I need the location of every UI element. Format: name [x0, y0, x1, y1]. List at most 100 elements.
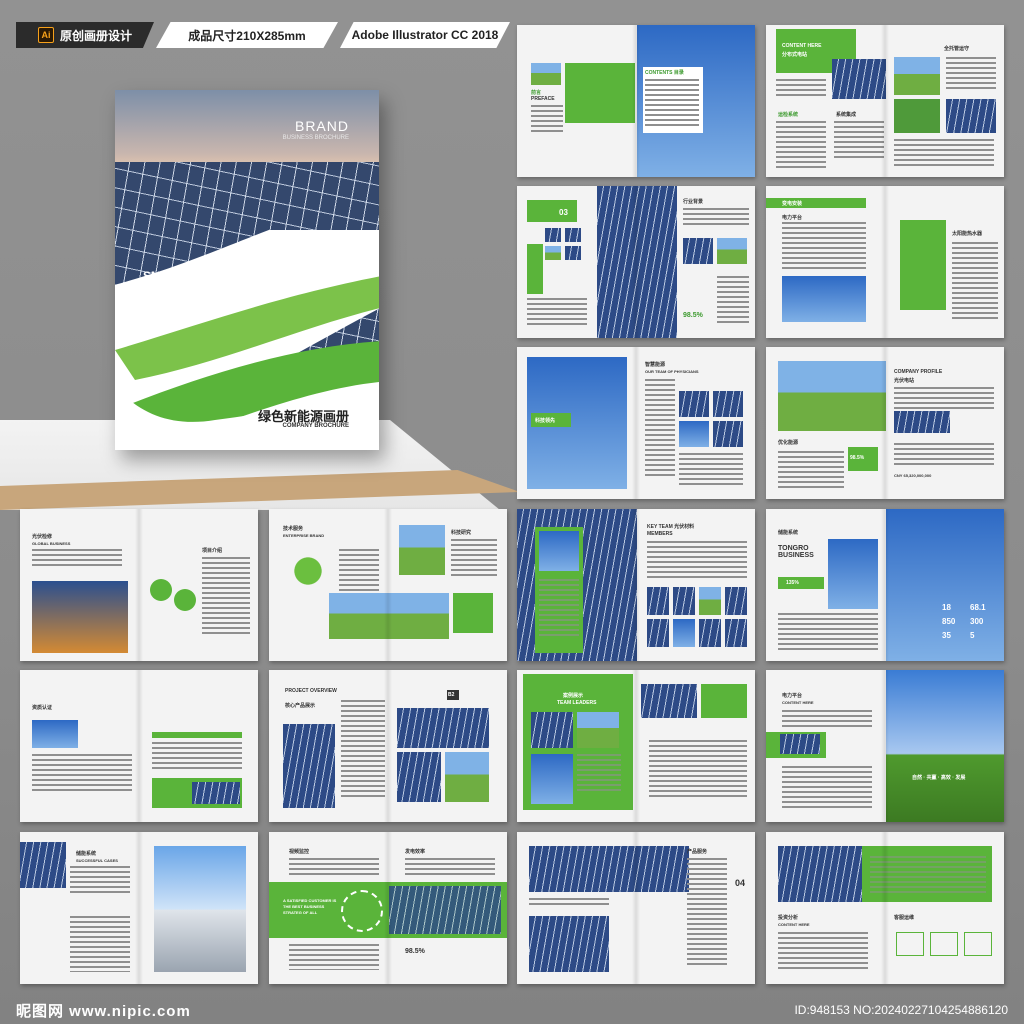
industry-green-bar — [527, 244, 543, 294]
storage-cases-text — [70, 866, 130, 896]
cert-photo — [32, 720, 78, 748]
spread-video-monitor: 视频监控 发电效率 A SATISFIED CUSTOMER IS THE BE… — [269, 832, 507, 984]
cover-brand-sub: BUSINESS BROCHURE — [282, 135, 349, 141]
content-photo-c — [946, 99, 996, 133]
cases-solar-photo — [20, 842, 66, 888]
spread-smart-energy: 科技领先 智慧能源 OUR TEAM OF PHYSICIANS — [517, 347, 755, 499]
spread-key-team: KEY TEAM 光伏材料 MEMBERS — [517, 509, 755, 661]
team-photo-6 — [673, 619, 695, 647]
contents-rows — [645, 79, 699, 129]
spread-tech-service: 技术服务 ENTERPRISE BRAND 科技研究 — [269, 509, 507, 661]
industry-photo-5 — [683, 238, 713, 264]
platform-photo — [780, 734, 820, 754]
sys2-text — [834, 121, 884, 161]
header-tag-software: Adobe Illustrator CC 2018 — [340, 22, 510, 48]
smart-energy-sub: OUR TEAM OF PHYSICIANS — [645, 369, 699, 374]
content-photo-b — [894, 99, 940, 133]
team-photo-8 — [725, 619, 747, 647]
content-title1: 全托管运守 — [944, 46, 970, 52]
storage-cases-text-b — [70, 916, 130, 972]
cases-sub: TEAM LEADERS — [557, 700, 597, 706]
platform-text — [782, 710, 872, 730]
profile-pct: 98.5% — [850, 455, 865, 461]
spread-company-profile: COMPANY PROFILE 光伏电站 优化能源 98.5% CNY 65,3… — [766, 347, 1004, 499]
tech-field-photo — [399, 525, 445, 575]
team-text — [539, 579, 579, 639]
team-photo-3 — [699, 587, 721, 615]
overview-code: B2 — [448, 692, 455, 698]
invest-sub: CONTENT HERE — [778, 922, 810, 927]
tech-green-box — [453, 593, 493, 633]
smart-energy-text — [645, 379, 675, 479]
cases-green-box — [701, 684, 747, 718]
monitor-pct: 98.5% — [405, 948, 425, 955]
cert-table-header — [152, 732, 242, 738]
industry-text-b — [683, 208, 749, 228]
cases-photo-4 — [641, 684, 697, 718]
preface-title: 前言 — [531, 90, 542, 96]
spread-power-platform: 电力平台 CONTENT HERE 自然 · 共赢 · 高效 · 发展 — [766, 670, 1004, 822]
watermark-left: 昵图网 www.nipic.com — [16, 1002, 191, 1020]
storage-cases-sub: SUCCESSFUL CASES — [76, 858, 118, 863]
service-title: 客服运维 — [894, 915, 915, 921]
profile-photo — [778, 361, 886, 431]
industry-photo-3 — [545, 246, 561, 260]
substation-text — [782, 222, 866, 272]
monitor-circle-icon — [341, 890, 383, 932]
header-tag-design: Ai 原创画册设计 — [16, 22, 154, 48]
industry-title: 行业背景 — [683, 199, 704, 205]
spread-pv-inspection: 光伏检修 GLOBAL BUSINESS 项目介绍 — [20, 509, 258, 661]
pv-list — [202, 557, 250, 637]
spread-investment: 投资分析 CONTENT HERE 客服运维 — [766, 832, 1004, 984]
cases-list — [649, 740, 747, 800]
spread-preface: 前言 PREFACE CONTENTS 目录 CONTENTS 目录 — [517, 25, 755, 177]
sys1-text — [776, 121, 826, 169]
ev-charging-photo — [154, 846, 246, 972]
spread-cases: 案例展示 TEAM LEADERS — [517, 670, 755, 822]
team-photo-1 — [647, 587, 669, 615]
monitor-title: 视频监控 — [289, 849, 310, 855]
storage-n5: 35 — [942, 631, 951, 640]
cases-title: 案例展示 — [563, 693, 584, 699]
monitor-list — [289, 944, 379, 970]
contents-label: CONTENTS 目录 — [645, 70, 684, 76]
storage-cases-title: 储能系统 — [76, 851, 97, 857]
cover-smart-title: SMART BUSINESS BROCHURE — [143, 269, 251, 299]
overview-sub: 核心产品展示 — [285, 703, 316, 709]
industry-pct: 98.5% — [683, 312, 703, 319]
cases-photo-1 — [531, 712, 573, 748]
preface-green-block — [565, 63, 635, 123]
profile-text-b — [778, 451, 844, 491]
overview-title: PROJECT OVERVIEW — [285, 688, 337, 694]
service-box-1 — [896, 932, 924, 956]
header-label-software: Adobe Illustrator CC 2018 — [351, 28, 499, 42]
storage-n3: 850 — [942, 617, 956, 626]
spread-certification: 资质认证 — [20, 670, 258, 822]
smart-photo-4 — [713, 421, 743, 447]
cases-photo-3 — [531, 754, 573, 804]
storage-title: 储能系统 — [778, 530, 799, 536]
platform-text-b — [782, 766, 872, 810]
spread-storage-cases: 储能系统 SUCCESSFUL CASES — [20, 832, 258, 984]
team-photo-4 — [725, 587, 747, 615]
spread-industry: 03 行业背景 98.5% — [517, 186, 755, 338]
sys2-label: 系统集成 — [836, 112, 857, 118]
profile-text — [894, 387, 994, 409]
monitor-text-b — [405, 858, 495, 876]
overview-photo-d — [445, 752, 489, 802]
industry-text-c — [717, 276, 749, 326]
smart-energy-title: 智慧能源 — [645, 362, 666, 368]
profile-text-c — [894, 443, 994, 467]
storage-n6: 5 — [970, 631, 975, 640]
platform-sub: CONTENT HERE — [782, 700, 814, 705]
content-photo-a — [894, 57, 940, 95]
team-photo — [539, 531, 579, 571]
monitor-slogan: A SATISFIED CUSTOMER IS THE BEST BUSINES… — [283, 898, 337, 915]
tech-t2: 科技研究 — [451, 530, 472, 536]
spread-project-overview: PROJECT OVERVIEW 核心产品展示 B2 — [269, 670, 507, 822]
profile-photo-b — [894, 411, 950, 433]
team-photo-2 — [673, 587, 695, 615]
platform-title: 电力平台 — [782, 693, 803, 699]
products-photo — [529, 846, 689, 892]
cases-text — [577, 754, 621, 794]
